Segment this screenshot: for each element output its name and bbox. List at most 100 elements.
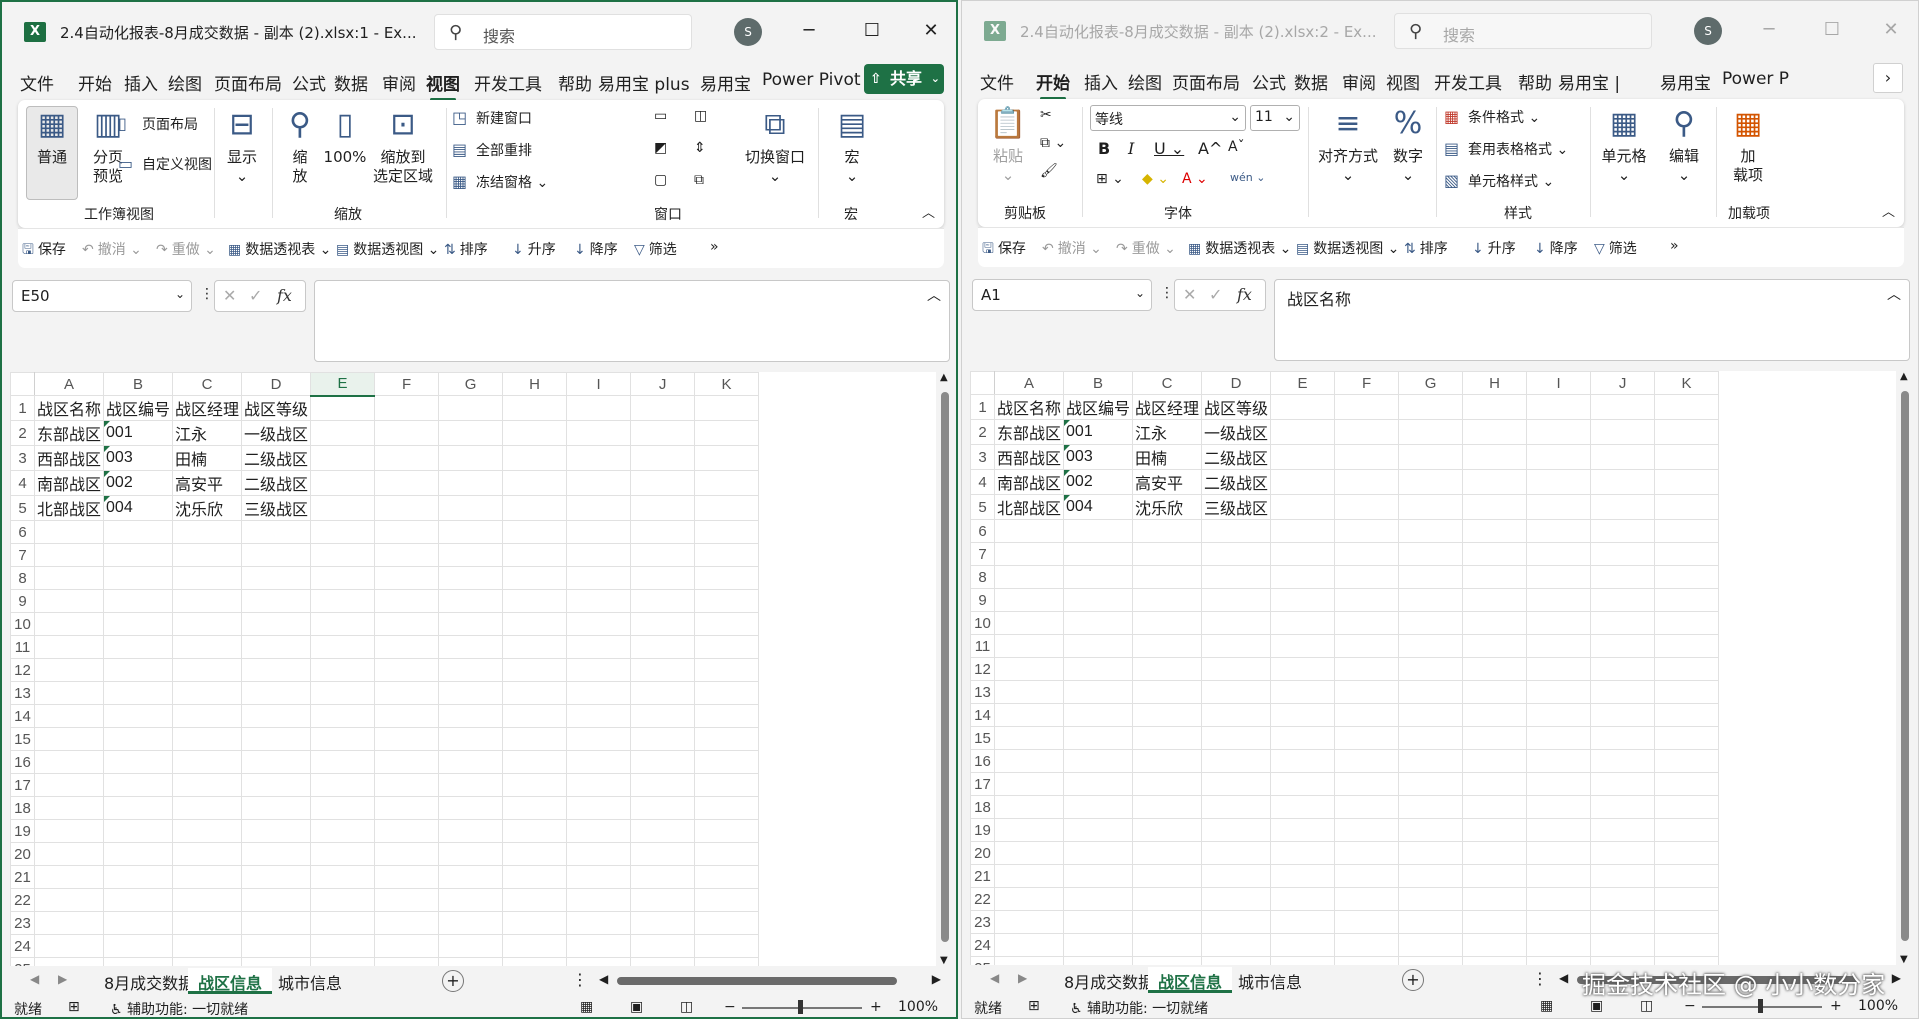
tab-6[interactable]: 数据 (1294, 69, 1328, 94)
horizontal-scroll-thumb[interactable] (617, 977, 897, 985)
cell[interactable]: 南部战区 (993, 469, 1065, 495)
more-options-icon[interactable]: ⋮ (1532, 969, 1548, 988)
cell[interactable] (694, 934, 760, 958)
cell[interactable] (630, 773, 696, 797)
cell[interactable] (1398, 634, 1464, 658)
cell[interactable] (1334, 519, 1400, 543)
cell[interactable] (1654, 933, 1720, 957)
page-break-view-icon[interactable]: ◫ (680, 999, 693, 1015)
cell[interactable] (1270, 611, 1336, 635)
tab-8[interactable]: 视图 (426, 70, 460, 101)
cell[interactable] (1063, 864, 1134, 888)
zoom-out-icon[interactable]: − (724, 999, 736, 1015)
cell[interactable] (1334, 841, 1400, 865)
cell[interactable] (502, 612, 568, 636)
cell[interactable] (374, 750, 440, 774)
cell[interactable] (502, 911, 568, 935)
column-header[interactable]: F (1334, 371, 1400, 395)
cell[interactable] (374, 589, 440, 613)
cell[interactable] (566, 495, 632, 521)
new-window-button[interactable]: ◳ 新建窗口 (452, 108, 532, 128)
cell[interactable] (1334, 394, 1400, 420)
cell[interactable] (566, 796, 632, 820)
cell[interactable]: 北部战区 (33, 495, 105, 521)
cell[interactable] (1270, 933, 1336, 957)
cell[interactable] (33, 681, 105, 705)
cell[interactable] (1334, 657, 1400, 681)
cell[interactable] (1526, 494, 1592, 520)
cell[interactable] (310, 495, 376, 521)
cell[interactable] (1526, 795, 1592, 819)
cell[interactable] (103, 635, 174, 659)
cell[interactable] (1654, 657, 1720, 681)
vertical-scroll-thumb[interactable] (1901, 391, 1909, 941)
cell[interactable]: 004 (1063, 494, 1134, 520)
cell[interactable] (694, 888, 760, 912)
cell[interactable] (374, 773, 440, 797)
cell[interactable] (694, 495, 760, 521)
cell[interactable] (502, 934, 568, 958)
cell[interactable] (1063, 588, 1134, 612)
row-header[interactable]: 1 (10, 395, 35, 421)
cell[interactable] (310, 612, 376, 636)
cell[interactable] (1590, 680, 1656, 704)
cell[interactable]: 三级战区 (1201, 494, 1272, 520)
cell[interactable] (993, 749, 1065, 773)
page-layout-view-icon[interactable]: ▣ (630, 999, 643, 1015)
row-header[interactable]: 20 (970, 841, 995, 865)
cell[interactable] (438, 612, 504, 636)
cell-mode-icon[interactable]: ⊞ (68, 999, 80, 1015)
cell[interactable] (172, 612, 243, 636)
cell[interactable] (566, 934, 632, 958)
cell[interactable] (694, 445, 760, 471)
zoom-level[interactable]: 100% (1858, 998, 1898, 1014)
row-header[interactable]: 11 (970, 634, 995, 658)
cell[interactable] (1201, 634, 1272, 658)
cell[interactable] (1654, 542, 1720, 566)
cell[interactable]: 二级战区 (1201, 469, 1272, 495)
cell[interactable] (438, 520, 504, 544)
cell[interactable] (103, 934, 174, 958)
cell[interactable] (1398, 588, 1464, 612)
cell[interactable] (33, 750, 105, 774)
cell[interactable] (993, 841, 1065, 865)
scroll-left-icon[interactable]: ◀ (1559, 971, 1568, 985)
cell[interactable] (172, 819, 243, 843)
cell[interactable] (103, 865, 174, 889)
cell[interactable] (1526, 611, 1592, 635)
cell[interactable] (1132, 611, 1203, 635)
format-as-table-button[interactable]: ▤ 套用表格格式 ⌄ (1444, 139, 1568, 159)
pivot-chart-button[interactable]: ▤ 数据透视图 ⌄ (1296, 238, 1399, 258)
cell[interactable]: 001 (103, 420, 174, 446)
cell[interactable]: 001 (1063, 419, 1134, 445)
cell[interactable] (241, 635, 312, 659)
row-header[interactable]: 17 (970, 772, 995, 796)
cell[interactable] (1654, 588, 1720, 612)
row-header[interactable]: 18 (970, 795, 995, 819)
cell[interactable] (566, 612, 632, 636)
cell[interactable] (1526, 634, 1592, 658)
cell[interactable] (993, 864, 1065, 888)
row-header[interactable]: 9 (10, 589, 35, 613)
cell[interactable] (241, 796, 312, 820)
pivot-table-button[interactable]: ▦ 数据透视表 ⌄ (228, 239, 331, 259)
row-header[interactable]: 10 (970, 611, 995, 635)
cell[interactable] (33, 612, 105, 636)
confirm-icon[interactable]: ✓ (249, 286, 262, 305)
cell[interactable] (1270, 703, 1336, 727)
cell[interactable] (1132, 933, 1203, 957)
cell[interactable] (694, 819, 760, 843)
cell[interactable] (1132, 726, 1203, 750)
row-header[interactable]: 25 (970, 956, 995, 965)
cell[interactable] (241, 727, 312, 751)
cell[interactable] (374, 520, 440, 544)
row-header[interactable]: 16 (970, 749, 995, 773)
cell[interactable] (1201, 749, 1272, 773)
cell[interactable] (374, 911, 440, 935)
column-header[interactable]: J (630, 372, 696, 396)
pivot-chart-button[interactable]: ▤ 数据透视图 ⌄ (336, 239, 439, 259)
cell[interactable] (1590, 588, 1656, 612)
italic-icon[interactable]: I (1128, 139, 1134, 158)
cell[interactable] (694, 750, 760, 774)
increase-font-icon[interactable]: A^ (1198, 139, 1222, 158)
